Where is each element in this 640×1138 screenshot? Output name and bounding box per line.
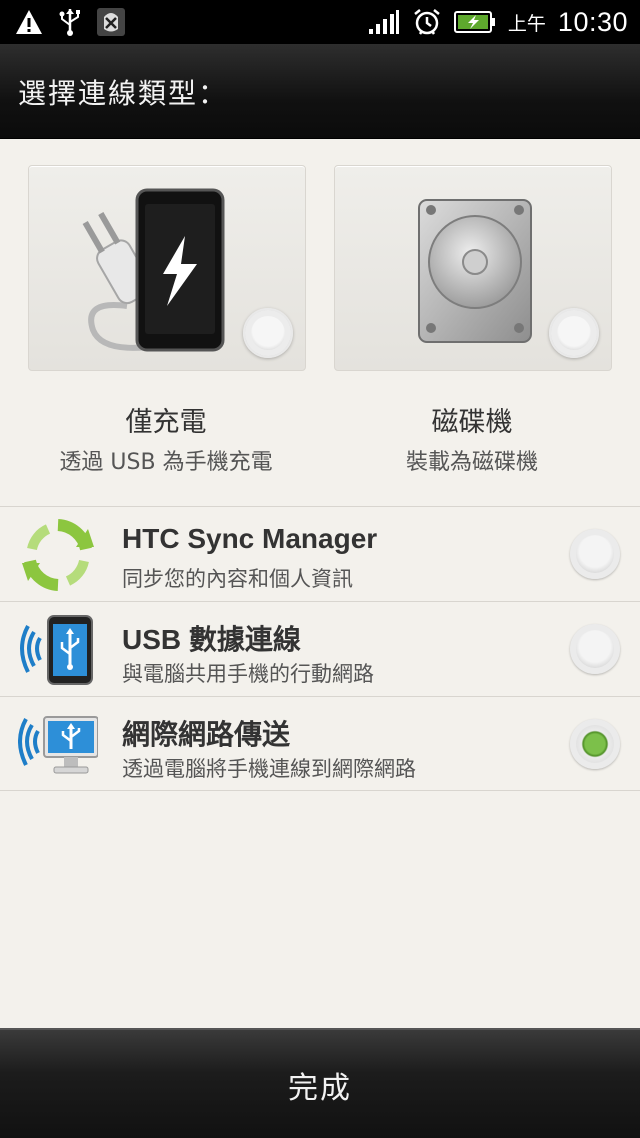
option-title-charge-only: 僅充電: [125, 407, 207, 438]
radio-usb-tethering[interactable]: [570, 624, 620, 674]
connection-type-list: HTC Sync Manager 同步您的內容和個人資訊 USB 數據連線 與電…: [0, 506, 640, 791]
usb-tether-phone-icon: [20, 615, 93, 685]
list-item-usb-tethering[interactable]: USB 數據連線 與電腦共用手機的行動網路: [0, 601, 640, 696]
list-item-subtitle: 與電腦共用手機的行動網路: [122, 662, 374, 686]
option-card-charge-only[interactable]: [28, 165, 306, 371]
radio-charge-only[interactable]: [243, 308, 293, 358]
clock-ampm: 上午: [507, 12, 546, 35]
radio-htc-sync-manager[interactable]: [570, 529, 620, 579]
hard-disk-icon: [418, 199, 532, 343]
phone-plug-icon: [82, 188, 225, 352]
list-item-internet-passthrough[interactable]: 網際網路傳送 透過電腦將手機連線到網際網路: [0, 696, 640, 791]
alarm-icon: [414, 9, 440, 35]
page-title: 選擇連線類型：: [18, 77, 229, 110]
list-item-title: USB 數據連線: [122, 624, 301, 655]
option-subtitle-disk-drive: 裝載為磁碟機: [405, 450, 538, 475]
done-button[interactable]: 完成: [0, 1030, 640, 1138]
radio-disk-drive[interactable]: [549, 308, 599, 358]
debug-bug-icon: [97, 8, 125, 36]
usb-icon: [59, 9, 80, 36]
list-item-htc-sync-manager[interactable]: HTC Sync Manager 同步您的內容和個人資訊: [0, 506, 640, 601]
list-item-subtitle: 同步您的內容和個人資訊: [122, 567, 353, 591]
option-subtitle-charge-only: 透過 USB 為手機充電: [59, 450, 273, 475]
option-title-disk-drive: 磁碟機: [431, 407, 513, 438]
list-item-subtitle: 透過電腦將手機連線到網際網路: [122, 757, 416, 781]
bottom-bar: 完成: [0, 1028, 640, 1138]
internet-passthrough-monitor-icon: [18, 716, 98, 774]
option-card-disk-drive[interactable]: [334, 165, 612, 371]
sync-arrows-icon: [22, 519, 94, 591]
status-bar: 上午 10:30: [0, 0, 640, 44]
list-item-title: HTC Sync Manager: [122, 523, 378, 554]
clock-time: 10:30: [557, 6, 628, 37]
warning-icon: [16, 10, 42, 34]
title-bar: 選擇連線類型：: [0, 44, 640, 139]
signal-icon: [368, 10, 399, 34]
radio-internet-passthrough-selected[interactable]: [570, 719, 620, 769]
battery-charging-icon: [453, 11, 495, 33]
list-item-title: 網際網路傳送: [122, 719, 291, 750]
